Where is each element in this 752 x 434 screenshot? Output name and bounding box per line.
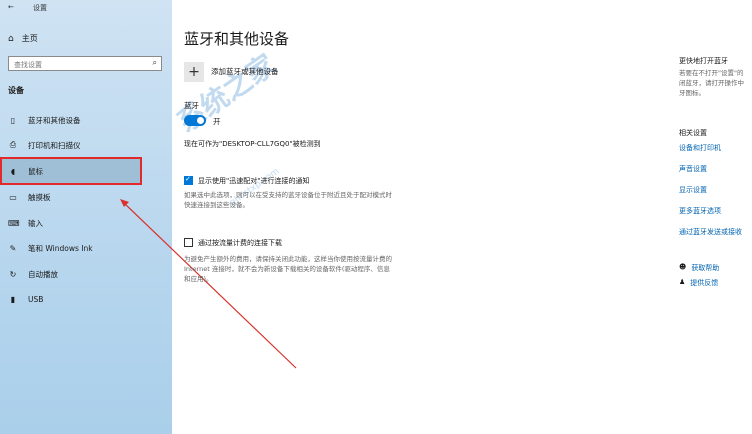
annotation-arrow	[120, 199, 297, 369]
send-receive-bluetooth-link[interactable]: 通过蓝牙发送或接收	[679, 227, 742, 237]
add-device-button[interactable]: +	[184, 62, 204, 82]
help-icon: ☻	[679, 263, 687, 271]
plus-icon: +	[188, 64, 200, 80]
bluetooth-toggle[interactable]	[184, 115, 206, 126]
toggle-state: 开	[213, 117, 221, 126]
quick-desc-2: 闭蓝牙，请打开操作中	[679, 79, 744, 87]
related-settings-title: 相关设置	[679, 129, 707, 137]
swift-pair-checkbox[interactable]	[184, 175, 193, 185]
add-device-label[interactable]: 添加蓝牙或其他设备	[211, 66, 279, 77]
more-bluetooth-options-link[interactable]: 更多蓝牙选项	[679, 206, 721, 216]
get-help[interactable]: ☻ 获取帮助	[679, 263, 719, 273]
metered-desc-2: Internet 连接时，就不会为新设备下载相关的设备软件(驱动程序、信息	[184, 265, 390, 273]
quick-desc-1: 若要在不打开"设置"的	[679, 69, 744, 77]
give-feedback[interactable]: ♟ 提供反馈	[679, 278, 718, 288]
swift-pair-desc-2: 快速连接到这些设备。	[184, 201, 249, 209]
quick-desc-3: 牙图标。	[679, 89, 705, 97]
swift-pair-desc-1: 如果选中此选项，则可以在受支持的蓝牙设备位于附近且处于配对模式时	[184, 191, 392, 199]
page-title: 蓝牙和其他设备	[184, 30, 290, 48]
quick-bluetooth-title: 更快地打开蓝牙	[679, 57, 728, 65]
metered-desc-1: 为避免产生额外的费用，请保持关闭此功能，这样当你使用按流量计费的	[184, 255, 392, 263]
metered-desc-3: 和应用)。	[184, 275, 213, 283]
devices-printers-link[interactable]: 设备和打印机	[679, 143, 721, 153]
discoverable-text: 现在可作为"DESKTOP-CLL7GQ0"被检测到	[184, 140, 321, 148]
help-link[interactable]: 获取帮助	[691, 263, 719, 273]
bluetooth-label: 蓝牙	[184, 101, 199, 110]
metered-checkbox[interactable]	[184, 238, 193, 247]
feedback-link[interactable]: 提供反馈	[690, 278, 718, 288]
sound-settings-link[interactable]: 声音设置	[679, 164, 707, 174]
swift-pair-label[interactable]: 显示使用"迅速配对"进行连接的通知	[198, 176, 309, 186]
metered-label[interactable]: 通过按流量计费的连接下载	[198, 238, 282, 248]
feedback-icon: ♟	[679, 278, 686, 286]
display-settings-link[interactable]: 显示设置	[679, 185, 707, 195]
